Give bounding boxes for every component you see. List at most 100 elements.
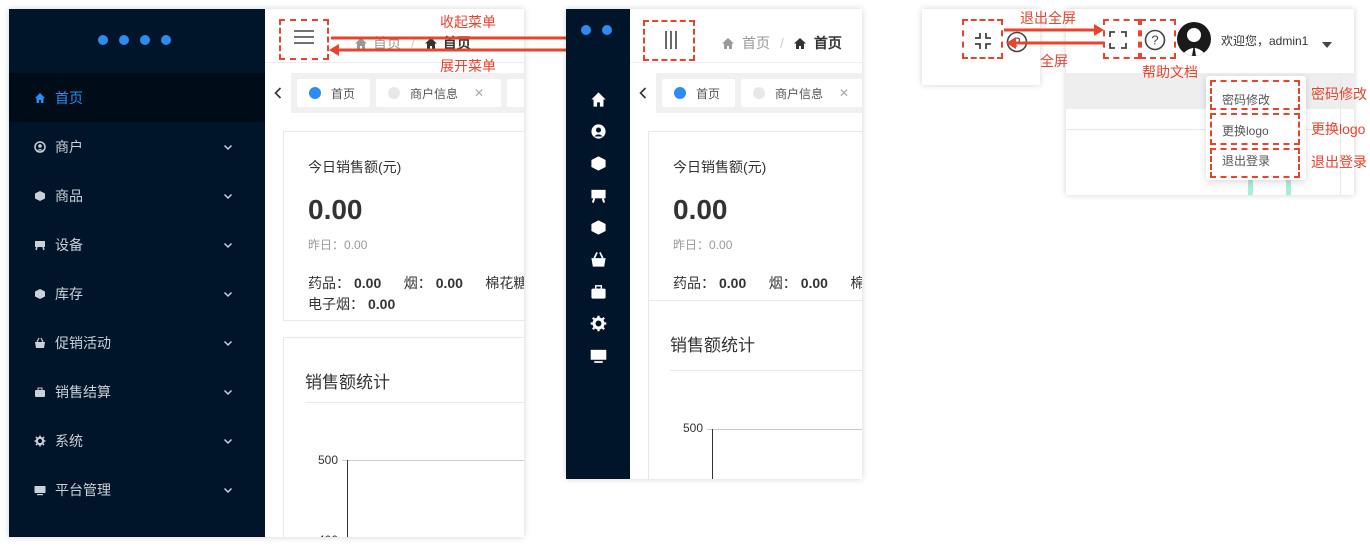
sidebar-item-label: 促销活动 xyxy=(55,334,111,351)
y-tick-label: 400 xyxy=(318,533,338,537)
sales-stats-card: 销售额统计 500 xyxy=(648,300,862,479)
tab-home[interactable]: 首页 xyxy=(662,79,735,107)
gear-icon[interactable] xyxy=(590,315,607,332)
category-row: 电子烟： 0.00 xyxy=(308,294,395,314)
chevron-down-icon xyxy=(223,340,233,346)
yesterday-label: 昨日： xyxy=(673,238,710,252)
briefcase-icon xyxy=(33,385,47,399)
basket-icon xyxy=(33,336,47,350)
category-label: 烟： xyxy=(768,275,797,291)
tab-status-dot xyxy=(309,87,321,99)
home-icon xyxy=(722,37,734,49)
breadcrumb-separator: / xyxy=(780,35,784,51)
tabs-scroll-left-icon[interactable] xyxy=(630,73,656,113)
chevron-down-icon xyxy=(223,389,233,395)
y-tick-label: 500 xyxy=(683,421,704,435)
sidebar-item-label: 库存 xyxy=(55,285,83,302)
y-tick-label: 500 xyxy=(318,453,339,467)
y-axis xyxy=(347,460,348,537)
today-sales-card: 今日销售额(元) 0.00 昨日：0.00 药品：0.00 烟：0.00 棉花糖 xyxy=(648,131,862,301)
expand-button-highlight xyxy=(643,20,695,61)
sidebar-collapsed xyxy=(566,9,630,479)
divider xyxy=(305,402,524,403)
tab-merchant-info[interactable]: 商户信息 ✕ xyxy=(376,79,501,107)
basket-icon[interactable] xyxy=(590,251,607,268)
sales-title: 今日销售额(元) xyxy=(673,159,767,175)
sidebar-item-goods[interactable]: 商品 xyxy=(9,171,265,220)
cube-icon[interactable] xyxy=(590,219,607,236)
sidebar-item-device[interactable]: 设备 xyxy=(9,220,265,269)
collapsed-layout-panel: 首页 / 首页 首页 商户信息 ✕ 今日销售额(元) 0.00 昨日：0.00 … xyxy=(566,9,862,479)
category-row: 药品：0.00 烟：0.00 棉花糖 xyxy=(673,273,862,293)
gear-icon xyxy=(33,434,47,448)
home-icon[interactable] xyxy=(590,91,607,108)
tab-merchant-info[interactable]: 商户信息 ✕ xyxy=(741,79,862,107)
sidebar-item-stock[interactable]: 库存 xyxy=(9,269,265,318)
cube-icon xyxy=(33,287,47,301)
sidebar-item-label: 系统 xyxy=(55,432,83,449)
avatar[interactable] xyxy=(1177,22,1211,56)
category-label: 药品： xyxy=(673,275,715,291)
user-greeting[interactable]: 欢迎您，admin1 xyxy=(1221,32,1308,49)
stats-title: 销售额统计 xyxy=(670,336,755,355)
annotation-change-logo: 更换logo xyxy=(1311,121,1366,137)
tab-partial[interactable] xyxy=(507,79,524,107)
tab-status-dot xyxy=(674,87,686,99)
annotation-logout: 退出登录 xyxy=(1311,154,1367,170)
sidebar-item-label: 商户 xyxy=(55,138,83,155)
tab-home[interactable]: 首页 xyxy=(297,79,370,107)
category-label: 电子烟： xyxy=(308,296,364,312)
tab-label: 首页 xyxy=(331,86,356,101)
category-value: 0.00 xyxy=(368,296,396,312)
divider xyxy=(670,370,862,371)
monitor-icon[interactable] xyxy=(590,347,607,364)
close-icon[interactable]: ✕ xyxy=(839,86,849,100)
logout-item-highlight xyxy=(1210,148,1300,178)
cube-icon xyxy=(33,189,47,203)
breadcrumb: 首页 / 首页 xyxy=(722,33,842,53)
sidebar-item-label: 销售结算 xyxy=(55,383,111,400)
logo-item-highlight xyxy=(1210,113,1300,145)
category-row: 药品：0.00 烟：0.00 棉花糖 xyxy=(308,273,524,293)
annotation-change-password: 密码修改 xyxy=(1311,86,1367,102)
sidebar-item-home[interactable]: 首页 xyxy=(9,73,265,122)
sidebar: 首页 商户 商品 设备 库存 促销活动 销售结算 系统 平台管理 xyxy=(9,9,265,537)
sidebar-item-promotion[interactable]: 促销活动 xyxy=(9,318,265,367)
tab-label: 首页 xyxy=(696,86,721,101)
sales-value: 0.00 xyxy=(308,194,363,225)
home-icon xyxy=(793,37,806,49)
sidebar-item-merchant[interactable]: 商户 xyxy=(9,122,265,171)
today-sales-card: 今日销售额(元) 0.00 昨日： 0.00 药品： 0.00 烟： 0.00 棉花糖… xyxy=(283,131,524,321)
annotation-fullscreen: 全屏 xyxy=(1040,53,1068,69)
sales-title: 今日销售额(元) xyxy=(308,159,402,175)
sidebar-item-system[interactable]: 系统 xyxy=(9,416,265,465)
sidebar-item-label: 平台管理 xyxy=(55,481,111,498)
caret-down-icon[interactable] xyxy=(1322,35,1332,53)
category-label: 烟： xyxy=(403,275,432,291)
category-label: 药品： xyxy=(308,275,350,291)
easel-icon[interactable] xyxy=(590,187,607,204)
chevron-down-icon xyxy=(223,291,233,297)
grid-line xyxy=(707,429,862,430)
tabs-scroll-left-icon[interactable] xyxy=(265,73,291,113)
sidebar-item-label: 设备 xyxy=(55,236,83,253)
tab-label: 商户信息 xyxy=(775,86,824,101)
annotation-help-doc: 帮助文档 xyxy=(1142,64,1198,80)
breadcrumb-home[interactable]: 首页 xyxy=(742,33,770,53)
home-icon xyxy=(33,91,47,105)
sidebar-item-label: 商品 xyxy=(55,187,83,204)
sidebar-item-settlement[interactable]: 销售结算 xyxy=(9,367,265,416)
user-circle-icon[interactable] xyxy=(590,123,607,140)
chevron-down-icon xyxy=(223,487,233,493)
chevron-down-icon xyxy=(223,242,233,248)
category-value: 0.00 xyxy=(800,275,828,291)
close-icon[interactable]: ✕ xyxy=(474,86,484,100)
yesterday-label: 昨日： xyxy=(308,238,345,252)
cube-icon[interactable] xyxy=(590,155,607,172)
sidebar-item-platform[interactable]: 平台管理 xyxy=(9,465,265,514)
monitor-icon xyxy=(33,483,47,497)
briefcase-icon[interactable] xyxy=(590,283,607,300)
collapse-button-highlight xyxy=(279,19,329,60)
sidebar-item-label: 首页 xyxy=(55,89,83,106)
category-label: 棉花糖 xyxy=(850,275,862,291)
